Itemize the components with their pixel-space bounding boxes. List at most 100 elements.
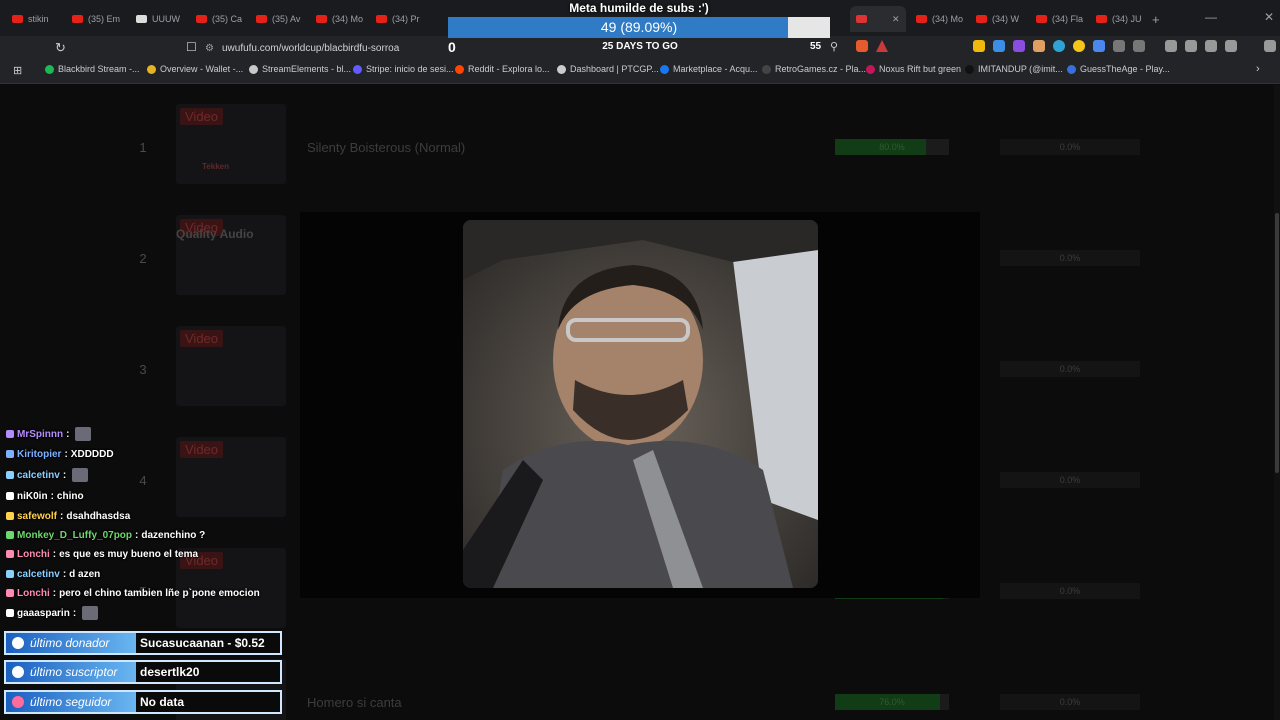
bookmark-icon[interactable]: ☐ xyxy=(186,40,197,54)
site-settings-icon[interactable]: ⚙ xyxy=(205,43,214,54)
extension-icon[interactable] xyxy=(993,40,1005,52)
sidebar-icon[interactable] xyxy=(1185,40,1197,52)
extension-icon[interactable] xyxy=(1013,40,1025,52)
candidate-name: Silenty Boisterous (Normal) xyxy=(307,140,466,155)
bookmark-favicon-icon xyxy=(762,64,771,74)
bookmark-item[interactable]: RetroGames.cz - Pla... xyxy=(762,64,866,74)
extension-icon[interactable] xyxy=(1093,40,1105,52)
wallet-icon[interactable] xyxy=(1205,40,1217,52)
minimize-icon[interactable]: — xyxy=(1205,10,1217,24)
bookmark-item[interactable]: StreamElements - bl... xyxy=(249,64,351,74)
menu-icon[interactable] xyxy=(1264,40,1276,52)
rank-number: 4 xyxy=(139,473,147,488)
sub-goal-target: 55 xyxy=(810,41,822,52)
final-rate-bar: 0.0% xyxy=(1000,472,1140,488)
latest-event-value: Sucasucaanan - $0.52 xyxy=(140,636,265,650)
bookmark-item[interactable]: Blackbird Stream -... xyxy=(45,64,140,74)
reload-icon[interactable]: ↻ xyxy=(55,40,66,56)
bookmark-favicon-icon xyxy=(147,64,156,74)
bookmark-favicon-icon xyxy=(866,64,875,74)
browser-tab[interactable]: (34) JU xyxy=(1096,6,1150,32)
bookmark-label: Dashboard | PTCGP... xyxy=(570,64,659,74)
chat-separator: : xyxy=(50,490,54,502)
browser-tab[interactable]: stikin xyxy=(12,6,66,32)
bookmark-item[interactable]: IMITANDUP (@imit... xyxy=(965,64,1063,74)
browser-tab[interactable]: (34) Fla xyxy=(1036,6,1090,32)
extension-icon[interactable] xyxy=(1073,40,1085,52)
new-tab-button[interactable]: + xyxy=(1152,6,1160,32)
chat-username: niK0in xyxy=(17,490,48,502)
chat-separator: : xyxy=(62,469,67,481)
bookmark-favicon-icon xyxy=(660,64,669,74)
bookmark-item[interactable]: Dashboard | PTCGP... xyxy=(557,64,659,74)
latest-event-box: último donador Sucasucaanan - $0.52 xyxy=(4,631,282,655)
browser-tab[interactable]: (35) Ca xyxy=(196,6,250,32)
candidate-thumbnail[interactable]: Video Quality Audio xyxy=(176,215,286,295)
candidate-thumbnail[interactable]: Video xyxy=(176,437,286,517)
browser-tab[interactable]: (35) Em xyxy=(72,6,126,32)
rank-number: 2 xyxy=(139,251,147,266)
browser-tab[interactable]: (34) Pr xyxy=(376,6,430,32)
bookmark-label: Reddit - Explora lo... xyxy=(468,64,550,74)
chat-message: niK0in: chino xyxy=(6,487,84,505)
chat-badge-icon xyxy=(6,589,14,597)
bookmark-label: StreamElements - bl... xyxy=(262,64,352,74)
apps-icon[interactable]: ⊞ xyxy=(13,64,22,77)
extension-icon[interactable] xyxy=(1033,40,1045,52)
browser-tab[interactable]: (34) Mo xyxy=(316,6,370,32)
browser-tab[interactable]: UUUW xyxy=(136,6,190,32)
chat-text: d azen xyxy=(69,568,101,580)
tab-label: (34) Mo xyxy=(332,14,364,24)
chat-badge-icon xyxy=(6,531,14,539)
bookmark-favicon-icon xyxy=(557,64,566,74)
tab-label: (35) Av xyxy=(272,14,301,24)
latest-event-label: último seguidor xyxy=(6,692,136,712)
browser-tab[interactable]: (34) Mo xyxy=(916,6,970,32)
extension-icon[interactable] xyxy=(973,40,985,52)
candidate-thumbnail[interactable]: Video Tekken xyxy=(176,104,286,184)
youtube-icon xyxy=(316,15,327,23)
music-icon[interactable] xyxy=(1165,40,1177,52)
bookmark-item[interactable]: GuessTheAge - Play... xyxy=(1067,64,1170,74)
leo-icon[interactable] xyxy=(1225,40,1237,52)
chat-username: calcetinv xyxy=(17,469,60,481)
sub-goal-bar: 49 (89.09%) xyxy=(448,17,830,38)
bookmark-item[interactable]: Overview - Wallet -... xyxy=(147,64,243,74)
chat-message: Lonchi: pero el chino tambien lñe p`pone … xyxy=(6,584,260,602)
thumbnail-caption: Tekken xyxy=(202,162,229,171)
address-bar[interactable]: ⚙ uwufufu.com/worldcup/blacbirdfu-sorroa xyxy=(205,38,845,58)
bookmark-favicon-icon xyxy=(455,64,464,74)
youtube-icon xyxy=(12,15,23,23)
chat-emote-icon xyxy=(82,606,99,620)
screen: stikin (35) Em UUUW (35) Ca (35) Av (34) Mo (3… xyxy=(0,0,1280,720)
browser-tab[interactable]: (34) W xyxy=(976,6,1030,32)
latest-event-label: último suscriptor xyxy=(6,662,136,682)
youtube-icon xyxy=(916,15,927,23)
chat-message: safewolf: dsahdhasdsa xyxy=(6,507,130,525)
candidate-thumbnail[interactable]: Video xyxy=(176,326,286,406)
extension-icon[interactable] xyxy=(1053,40,1065,52)
zoom-icon[interactable]: ⚲ xyxy=(830,40,838,53)
bookmark-item[interactable]: Marketplace - Acqu... xyxy=(660,64,758,74)
bookmark-label: Blackbird Stream -... xyxy=(58,64,140,74)
brave-shield-icon[interactable] xyxy=(856,40,868,52)
more-bookmarks-icon[interactable]: › xyxy=(1256,63,1260,75)
page-scrollbar[interactable] xyxy=(1274,85,1280,720)
puzzle-icon[interactable] xyxy=(1113,40,1125,52)
chat-username: Kiritopier xyxy=(17,448,62,460)
browser-tab[interactable]: (35) Av xyxy=(256,6,310,32)
bookmark-item[interactable]: Noxus Rift but green xyxy=(866,64,961,74)
chat-badge-icon xyxy=(6,550,14,558)
scrollbar-thumb[interactable] xyxy=(1275,213,1279,473)
chat-username: gaaasparin xyxy=(17,607,70,619)
tab-label: (35) Em xyxy=(88,14,121,24)
media-icon[interactable] xyxy=(1133,40,1145,52)
active-tab[interactable]: ✕ xyxy=(850,6,906,32)
youtube-icon xyxy=(1096,15,1107,23)
bookmark-item[interactable]: Stripe: inicio de sesi... xyxy=(353,64,454,74)
bookmark-item[interactable]: Reddit - Explora lo... xyxy=(455,64,550,74)
close-tab-icon[interactable]: ✕ xyxy=(892,14,900,25)
bookmark-label: Overview - Wallet -... xyxy=(160,64,244,74)
youtube-icon xyxy=(976,15,987,23)
close-window-icon[interactable]: ✕ xyxy=(1264,10,1274,24)
